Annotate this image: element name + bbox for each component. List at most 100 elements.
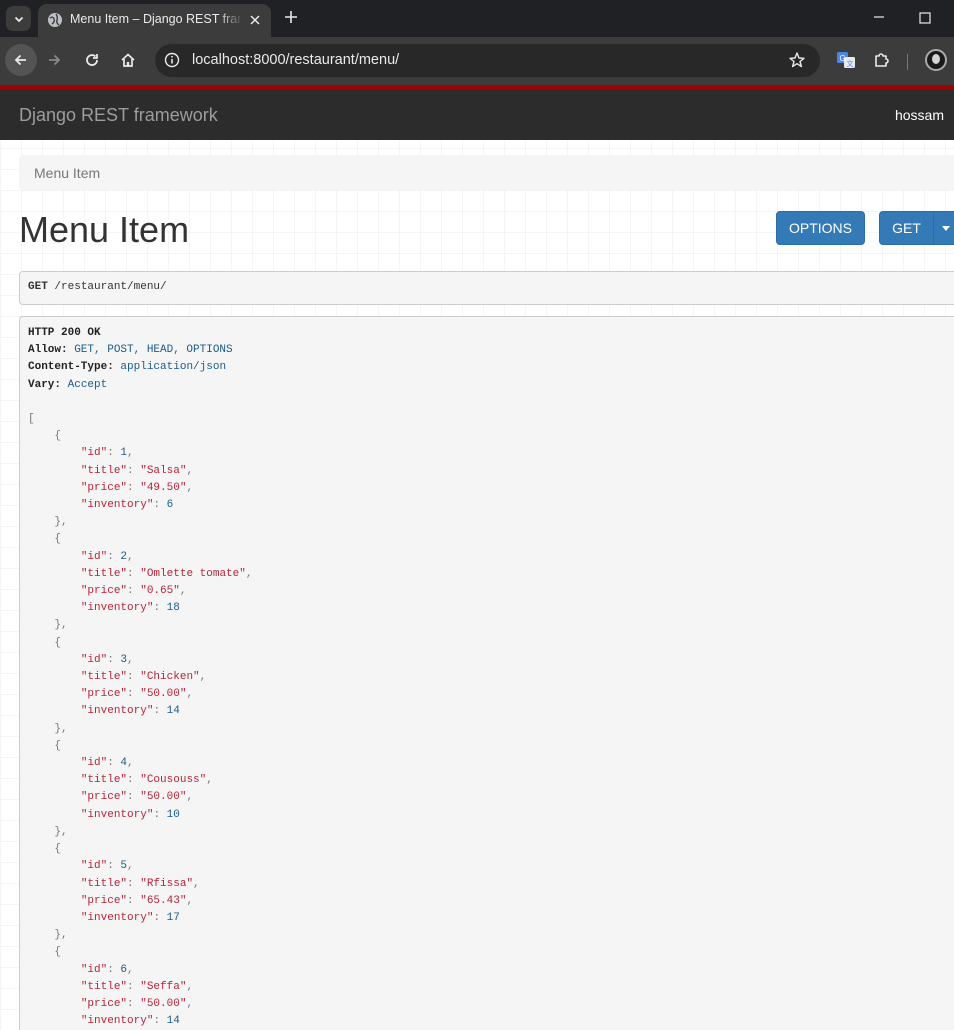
json-key-inventory: "inventory": [80, 705, 154, 718]
json-value-price: "0.65": [140, 585, 180, 598]
json-brace: {: [54, 739, 62, 752]
json-value-title: "Rfissa": [140, 877, 194, 890]
arrow-right-icon[interactable]: [46, 52, 62, 68]
close-icon[interactable]: [248, 13, 262, 27]
home-icon[interactable]: [119, 51, 137, 69]
json-colon: :: [127, 980, 141, 993]
json-brace: },: [54, 619, 68, 632]
minimize-icon[interactable]: [872, 10, 886, 24]
arrow-left-icon: [14, 54, 26, 66]
json-value-inventory: 10: [166, 808, 180, 821]
json-key-id: "id": [80, 963, 108, 976]
json-value-title: "Omlette tomate": [140, 567, 246, 580]
request-line: GET /restaurant/menu/: [28, 281, 167, 293]
json-value-title: "Salsa": [140, 464, 187, 477]
browser-tab[interactable]: Menu Item – Django REST framework: [38, 4, 271, 37]
json-value-price: "50.00": [140, 997, 187, 1010]
json-punct: ,: [127, 860, 134, 873]
back-button[interactable]: [5, 44, 37, 76]
json-value-inventory: 18: [166, 602, 180, 615]
json-value-price: "49.50": [140, 481, 187, 494]
json-punct: ,: [193, 877, 200, 890]
breadcrumb-item-menu-item[interactable]: Menu Item: [34, 165, 100, 181]
json-colon: :: [153, 911, 167, 924]
page-title: Menu Item: [19, 209, 190, 250]
svg-text:G: G: [840, 54, 846, 63]
json-key-price: "price": [80, 481, 128, 494]
json-punct: ,: [199, 671, 207, 684]
json-key-inventory: "inventory": [80, 602, 154, 615]
navbar-brand[interactable]: Django REST framework: [19, 105, 218, 126]
json-punct: ,: [186, 894, 194, 907]
json-brace: },: [54, 516, 68, 529]
puzzle-extensions-icon[interactable]: [872, 50, 892, 70]
json-key-title: "title": [80, 877, 128, 890]
json-key-price: "price": [80, 894, 128, 907]
tab-title: Menu Item – Django REST framework: [70, 12, 240, 26]
info-icon[interactable]: [164, 52, 180, 68]
options-button[interactable]: OPTIONS: [776, 211, 865, 245]
request-path: /restaurant/menu/: [47, 281, 167, 293]
json-colon: :: [107, 860, 121, 873]
address-bar[interactable]: localhost:8000/restaurant/menu/: [155, 44, 820, 77]
browser-tab-strip: Menu Item – Django REST framework: [0, 0, 954, 37]
json-value-price: "65.43": [140, 894, 187, 907]
json-colon: :: [107, 653, 121, 666]
reload-icon[interactable]: [84, 52, 100, 68]
json-value-price: "50.00": [140, 688, 187, 701]
json-punct: ,: [245, 567, 253, 580]
json-brace: {: [54, 430, 62, 443]
json-punct: ,: [186, 997, 194, 1010]
json-key-title: "title": [80, 774, 128, 787]
json-colon: :: [127, 567, 141, 580]
tab-title-fade: [218, 8, 244, 30]
header-value: application/json: [113, 361, 227, 374]
json-key-price: "price": [80, 791, 128, 804]
json-brace: },: [54, 929, 68, 942]
response-status: HTTP 200 OK: [28, 327, 101, 339]
header-value: Accept: [61, 378, 108, 391]
navbar-user[interactable]: hossam: [895, 107, 944, 123]
json-punct: ,: [186, 980, 194, 993]
json-key-inventory: "inventory": [80, 499, 154, 512]
json-colon: :: [127, 464, 141, 477]
json-colon: :: [153, 602, 167, 615]
json-key-id: "id": [80, 447, 108, 460]
translate-extension-icon[interactable]: G文: [836, 50, 856, 70]
json-punct: ,: [127, 653, 134, 666]
json-key-id: "id": [80, 757, 108, 770]
json-brace: {: [54, 946, 62, 959]
json-key-id: "id": [80, 653, 108, 666]
get-format-dropdown-button[interactable]: [933, 211, 954, 245]
json-punct: ,: [186, 481, 194, 494]
breadcrumb: Menu Item: [19, 155, 954, 190]
json-colon: :: [127, 894, 141, 907]
tab-search-button[interactable]: [6, 6, 31, 31]
json-colon: :: [127, 791, 141, 804]
json-colon: :: [153, 808, 167, 821]
json-value-title: "Seffa": [140, 980, 187, 993]
json-key-id: "id": [80, 860, 108, 873]
json-key-inventory: "inventory": [80, 808, 154, 821]
json-brace: },: [54, 825, 68, 838]
json-colon: :: [127, 774, 141, 787]
url-text[interactable]: localhost:8000/restaurant/menu/: [192, 52, 399, 68]
browser-toolbar: localhost:8000/restaurant/menu/ G文: [0, 37, 954, 85]
json-punct: ,: [186, 464, 194, 477]
star-icon[interactable]: [788, 51, 806, 69]
json-colon: :: [127, 481, 141, 494]
json-colon: :: [107, 447, 121, 460]
json-key-title: "title": [80, 671, 128, 684]
profile-avatar[interactable]: [925, 49, 947, 71]
new-tab-plus-icon[interactable]: [282, 8, 300, 26]
json-brace: {: [54, 843, 62, 856]
page-viewport: Django REST framework hossam Menu Item M…: [0, 85, 954, 1030]
response-content: HTTP 200 OK Allow: GET, POST, HEAD, OPTI…: [28, 327, 253, 1028]
json-value-inventory: 14: [166, 1015, 180, 1028]
json-colon: :: [127, 671, 141, 684]
get-button[interactable]: GET: [879, 211, 934, 245]
json-key-price: "price": [80, 997, 128, 1010]
json-punct: ,: [206, 774, 213, 787]
json-colon: :: [127, 688, 141, 701]
maximize-icon[interactable]: [918, 11, 932, 25]
